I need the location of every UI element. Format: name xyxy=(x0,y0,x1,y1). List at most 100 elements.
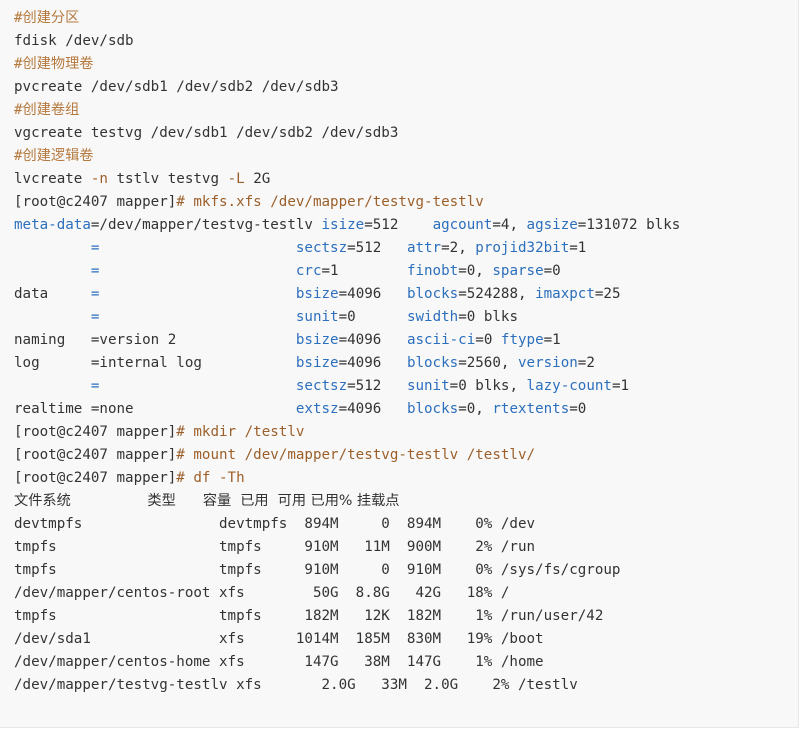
code-line: /dev/mapper/testvg-testlv xfs 2.0G 33M 2… xyxy=(14,674,680,697)
code-token: tmpfs tmpfs 910M 11M 900M 2% /run xyxy=(14,539,536,555)
code-token: =4096 xyxy=(338,332,407,348)
code-token: ascii-ci xyxy=(406,332,476,348)
code-token: sparse xyxy=(492,263,544,279)
code-token: =131072 blks xyxy=(577,217,681,233)
code-token: # mkfs.xfs /dev/mapper/testvg-testlv xyxy=(176,194,484,210)
code-token: # df -Th xyxy=(176,470,245,486)
code-line: = crc=1 finobt=0, sparse=0 xyxy=(14,260,680,283)
code-token: /dev/mapper/centos-root xfs 50G 8.8G 42G… xyxy=(14,585,510,601)
code-token: [root@c2407 mapper] xyxy=(14,424,177,440)
code-line: #创建物理卷 xyxy=(14,53,680,76)
code-token: bsize xyxy=(295,355,339,371)
code-token: naming =version 2 xyxy=(14,332,296,348)
code-token: =512 xyxy=(364,217,433,233)
code-token: bsize xyxy=(295,286,339,302)
code-token: tmpfs tmpfs 910M 0 910M 0% /sys/fs/cgrou… xyxy=(14,562,621,578)
code-token: =0 xyxy=(338,309,407,325)
code-token: #创建逻辑卷 xyxy=(14,148,94,164)
code-token: =1 xyxy=(569,240,587,256)
code-token: sectsz xyxy=(295,240,348,256)
code-token: devtmpfs devtmpfs 894M 0 894M 0% /dev xyxy=(14,516,536,532)
code-token: imaxpct xyxy=(535,286,595,302)
code-line: 文件系统 类型 容量 已用 可用 已用% 挂载点 xyxy=(14,490,680,513)
code-token: # mkdir /testlv xyxy=(176,424,305,440)
code-token: pvcreate /dev/sdb1 /dev/sdb2 /dev/sdb3 xyxy=(14,79,339,95)
code-token: =/dev/mapper/testvg-testlv xyxy=(90,217,322,233)
code-line: #创建分区 xyxy=(14,7,680,30)
code-token: =0 xyxy=(475,332,501,348)
code-token: blocks xyxy=(406,401,459,417)
code-line: realtime =none extsz=4096 blocks=0, rtex… xyxy=(14,398,680,421)
code-token: data xyxy=(14,286,91,302)
code-line: [root@c2407 mapper]# mkfs.xfs /dev/mappe… xyxy=(14,191,680,214)
code-line: [root@c2407 mapper]# mount /dev/mapper/t… xyxy=(14,444,680,467)
code-token: fdisk /dev/sdb xyxy=(14,33,134,49)
code-line: fdisk /dev/sdb xyxy=(14,30,680,53)
code-token: projid32bit xyxy=(475,240,570,256)
code-token: vgcreate testvg /dev/sdb1 /dev/sdb2 /dev… xyxy=(14,125,399,141)
code-token: ftype xyxy=(500,332,544,348)
code-token: =0 blks, xyxy=(449,378,527,394)
code-token: agsize xyxy=(526,217,578,233)
code-token: /dev/mapper/centos-home xfs 147G 38M 147… xyxy=(14,654,544,670)
code-token: =4096 xyxy=(338,286,407,302)
code-token: version xyxy=(517,355,578,371)
code-line: = sunit=0 swidth=0 blks xyxy=(14,306,680,329)
code-token: -L xyxy=(227,171,245,187)
code-line: tmpfs tmpfs 182M 12K 182M 1% /run/user/4… xyxy=(14,605,680,628)
code-line: devtmpfs devtmpfs 894M 0 894M 0% /dev xyxy=(14,513,680,536)
code-line: [root@c2407 mapper]# mkdir /testlv xyxy=(14,421,680,444)
code-token: =0 blks xyxy=(458,309,518,325)
code-content: #创建分区 fdisk /dev/sdb #创建物理卷 pvcreate /dev/s… xyxy=(14,7,680,697)
code-line: = sectsz=512 sunit=0 blks, lazy-count=1 xyxy=(14,375,680,398)
code-line: #创建卷组 xyxy=(14,99,680,122)
code-token: [root@c2407 mapper] xyxy=(14,194,177,210)
code-line: vgcreate testvg /dev/sdb1 /dev/sdb2 /dev… xyxy=(14,122,680,145)
code-token: attr xyxy=(406,240,442,256)
code-token: extsz xyxy=(295,401,339,417)
code-line: lvcreate -n tstlv testvg -L 2G xyxy=(14,168,680,191)
code-token: [root@c2407 mapper] xyxy=(14,447,177,463)
code-token: =0 xyxy=(569,401,587,417)
code-token: realtime =none xyxy=(14,401,296,417)
code-token: finobt xyxy=(406,263,459,279)
code-token: =4, xyxy=(492,217,527,233)
code-token: lazy-count xyxy=(526,378,612,394)
code-token: agcount xyxy=(432,217,493,233)
code-token: 文件系统 类型 容量 已用 可用 已用% 挂载点 xyxy=(14,493,400,509)
code-token: =2 xyxy=(577,355,595,371)
code-line: /dev/mapper/centos-home xfs 147G 38M 147… xyxy=(14,651,680,674)
code-token: bsize xyxy=(295,332,339,348)
code-token: =1 xyxy=(543,332,561,348)
code-line: [root@c2407 mapper]# df -Th xyxy=(14,467,680,490)
code-token: 2G xyxy=(244,171,271,187)
code-token: =512 xyxy=(347,240,407,256)
code-token: [root@c2407 mapper] xyxy=(14,470,177,486)
code-token: =25 xyxy=(594,286,621,302)
code-token: =4096 xyxy=(338,355,407,371)
code-line: = sectsz=512 attr=2, projid32bit=1 xyxy=(14,237,680,260)
code-block: #创建分区 fdisk /dev/sdb #创建物理卷 pvcreate /dev/s… xyxy=(0,0,799,728)
code-token: /dev/sda1 xfs 1014M 185M 830M 19% /boot xyxy=(14,631,544,647)
code-token: lvcreate xyxy=(14,171,91,187)
code-line: tmpfs tmpfs 910M 11M 900M 2% /run xyxy=(14,536,680,559)
code-token: =2, xyxy=(441,240,476,256)
code-line: tmpfs tmpfs 910M 0 910M 0% /sys/fs/cgrou… xyxy=(14,559,680,582)
code-token: #创建卷组 xyxy=(14,102,80,118)
code-token: /dev/mapper/testvg-testlv xfs 2.0G 33M 2… xyxy=(14,677,578,693)
code-line: meta-data=/dev/mapper/testvg-testlv isiz… xyxy=(14,214,680,237)
code-token: sectsz xyxy=(295,378,348,394)
code-line: /dev/mapper/centos-root xfs 50G 8.8G 42G… xyxy=(14,582,680,605)
code-token: =1 xyxy=(321,263,407,279)
code-token: swidth xyxy=(406,309,459,325)
code-line: pvcreate /dev/sdb1 /dev/sdb2 /dev/sdb3 xyxy=(14,76,680,99)
code-token: sunit xyxy=(406,378,450,394)
